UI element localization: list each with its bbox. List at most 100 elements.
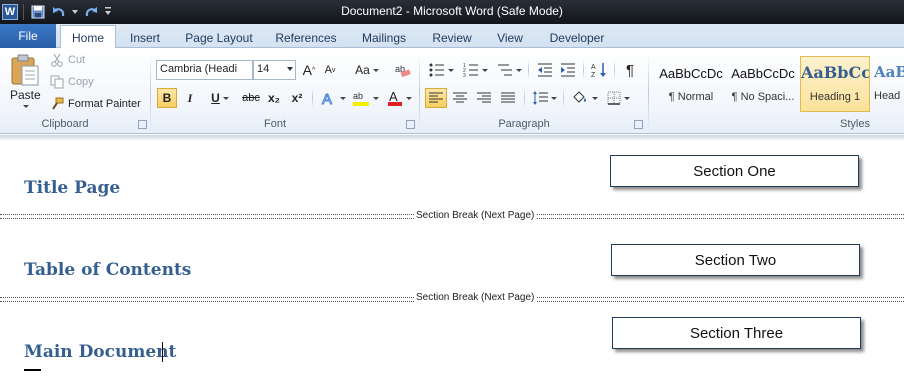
align-left-icon <box>429 92 443 103</box>
svg-text:Z: Z <box>591 72 596 78</box>
svg-text:3: 3 <box>463 73 466 77</box>
style-heading-1[interactable]: AaBbCс Heading 1 <box>800 56 870 112</box>
clear-formatting-icon[interactable]: ab <box>393 60 413 80</box>
font-group-label: Font <box>263 118 286 130</box>
decrease-indent-button[interactable] <box>535 60 555 80</box>
bullets-icon <box>429 63 444 77</box>
tab-developer[interactable]: Developer <box>542 28 612 48</box>
group-divider <box>150 54 151 132</box>
multilevel-list-icon <box>497 64 512 76</box>
font-color-button[interactable]: A <box>384 88 414 108</box>
sort-button[interactable]: AZ <box>589 60 609 80</box>
change-case-button[interactable]: Aa <box>353 60 381 80</box>
subscript-button[interactable]: x₂ <box>265 88 283 108</box>
line-spacing-button[interactable] <box>530 88 558 108</box>
align-right-button[interactable] <box>473 88 495 108</box>
justify-button[interactable] <box>497 88 519 108</box>
increase-indent-button[interactable] <box>558 60 578 80</box>
style-no-spacing-name: ¶ No Spaci... <box>731 91 795 103</box>
format-painter-button[interactable]: Format Painter <box>50 97 141 111</box>
borders-button[interactable] <box>604 88 632 108</box>
multilevel-list-button[interactable] <box>494 60 524 80</box>
tab-file[interactable]: File <box>0 24 56 48</box>
underline-button[interactable]: U <box>205 88 235 108</box>
paragraph-group-label: Paragraph <box>498 118 550 130</box>
cut-label: Cut <box>68 54 86 66</box>
style-no-spacing-sample: AaBbCcDc <box>731 66 795 81</box>
strikethrough-button[interactable]: abc <box>240 88 262 108</box>
style-heading-2[interactable]: AaBb Head <box>874 56 904 112</box>
callout-section-one[interactable]: Section One <box>610 155 859 187</box>
justify-icon <box>501 92 515 103</box>
paste-button[interactable]: Paste <box>10 88 41 102</box>
strikethrough-label: abc <box>242 92 260 104</box>
callout-section-three[interactable]: Section Three <box>612 317 861 349</box>
copy-button[interactable]: Copy <box>50 75 94 89</box>
bullets-button[interactable] <box>426 60 456 80</box>
window-title: Document2 - Microsoft Word (Safe Mode) <box>341 4 563 18</box>
paragraph-underline <box>24 369 41 371</box>
bold-button[interactable]: B <box>157 88 177 108</box>
decrease-indent-icon <box>538 63 552 77</box>
paragraph-inner-divider <box>524 88 525 108</box>
page-top-shadow <box>0 135 904 141</box>
style-normal[interactable]: AaBbCcDc ¶ Normal <box>656 56 726 112</box>
group-divider <box>419 54 420 132</box>
text-cursor <box>162 342 163 362</box>
heading-table-of-contents[interactable]: Table of Contents <box>24 260 191 280</box>
ribbon-home: Paste Cut Copy Format Painter Clipboard … <box>0 48 904 134</box>
align-center-button[interactable] <box>449 88 471 108</box>
paste-dropdown-icon[interactable] <box>18 102 30 110</box>
font-name-combo[interactable]: Cambria (Headi <box>156 60 253 80</box>
paragraph-inner-divider <box>614 60 615 80</box>
callout-section-two[interactable]: Section Two <box>611 244 860 276</box>
style-no-spacing[interactable]: AaBbCcDc ¶ No Spaci... <box>728 56 798 112</box>
numbering-icon: 123 <box>463 63 478 77</box>
highlight-color-button[interactable]: ab <box>350 88 380 108</box>
ribbon-tab-bar: File Home Insert Page Layout References … <box>0 24 904 49</box>
word-window: W Document2 - Microsoft Word (Safe Mode)… <box>0 0 904 391</box>
paintbrush-icon <box>52 97 64 110</box>
copy-label: Copy <box>68 76 94 88</box>
font-dialog-launcher-icon[interactable] <box>406 120 415 129</box>
numbering-button[interactable]: 123 <box>460 60 490 80</box>
align-right-icon <box>477 92 491 103</box>
italic-label: I <box>187 90 193 105</box>
font-size-combo[interactable]: 14 <box>253 60 296 80</box>
tab-page-layout[interactable]: Page Layout <box>180 28 258 48</box>
paragraph-dialog-launcher-icon[interactable] <box>634 120 643 129</box>
paste-icon[interactable] <box>10 54 40 86</box>
paragraph-inner-divider <box>528 60 529 80</box>
tab-view[interactable]: View <box>490 28 530 48</box>
show-formatting-marks-button[interactable]: ¶ <box>620 60 640 80</box>
style-heading-1-name: Heading 1 <box>809 91 861 103</box>
subscript-label: x₂ <box>267 91 280 105</box>
align-left-button[interactable] <box>425 88 447 108</box>
scissors-icon <box>51 53 63 67</box>
heading-title-page[interactable]: Title Page <box>24 178 120 198</box>
style-heading-2-sample: AaBb <box>874 63 904 81</box>
cut-button[interactable]: Cut <box>50 53 85 67</box>
paint-bucket-icon <box>572 91 586 103</box>
tab-mailings[interactable]: Mailings <box>354 28 414 48</box>
svg-text:A: A <box>322 91 332 106</box>
clipboard-group-label: Clipboard <box>41 118 89 130</box>
svg-text:ab: ab <box>353 91 363 101</box>
heading-main-document[interactable]: Main Document <box>24 342 176 362</box>
font-size-value: 14 <box>257 63 270 75</box>
styles-group-label: Styles <box>840 118 870 130</box>
tab-references[interactable]: References <box>270 28 342 48</box>
shrink-font-button[interactable]: Av <box>321 60 339 80</box>
tab-home[interactable]: Home <box>60 25 116 49</box>
superscript-button[interactable]: x² <box>288 88 306 108</box>
text-effects-button[interactable]: A <box>320 88 346 108</box>
clipboard-dialog-launcher-icon[interactable] <box>138 120 147 129</box>
increase-indent-icon <box>561 63 575 77</box>
italic-button[interactable]: I <box>181 88 199 108</box>
svg-text:A: A <box>389 89 398 104</box>
section-break-1-label: Section Break (Next Page) <box>414 210 537 221</box>
tab-review[interactable]: Review <box>426 28 478 48</box>
grow-font-button[interactable]: A ^ <box>300 60 318 80</box>
shading-button[interactable] <box>569 88 599 108</box>
tab-insert[interactable]: Insert <box>122 28 168 48</box>
